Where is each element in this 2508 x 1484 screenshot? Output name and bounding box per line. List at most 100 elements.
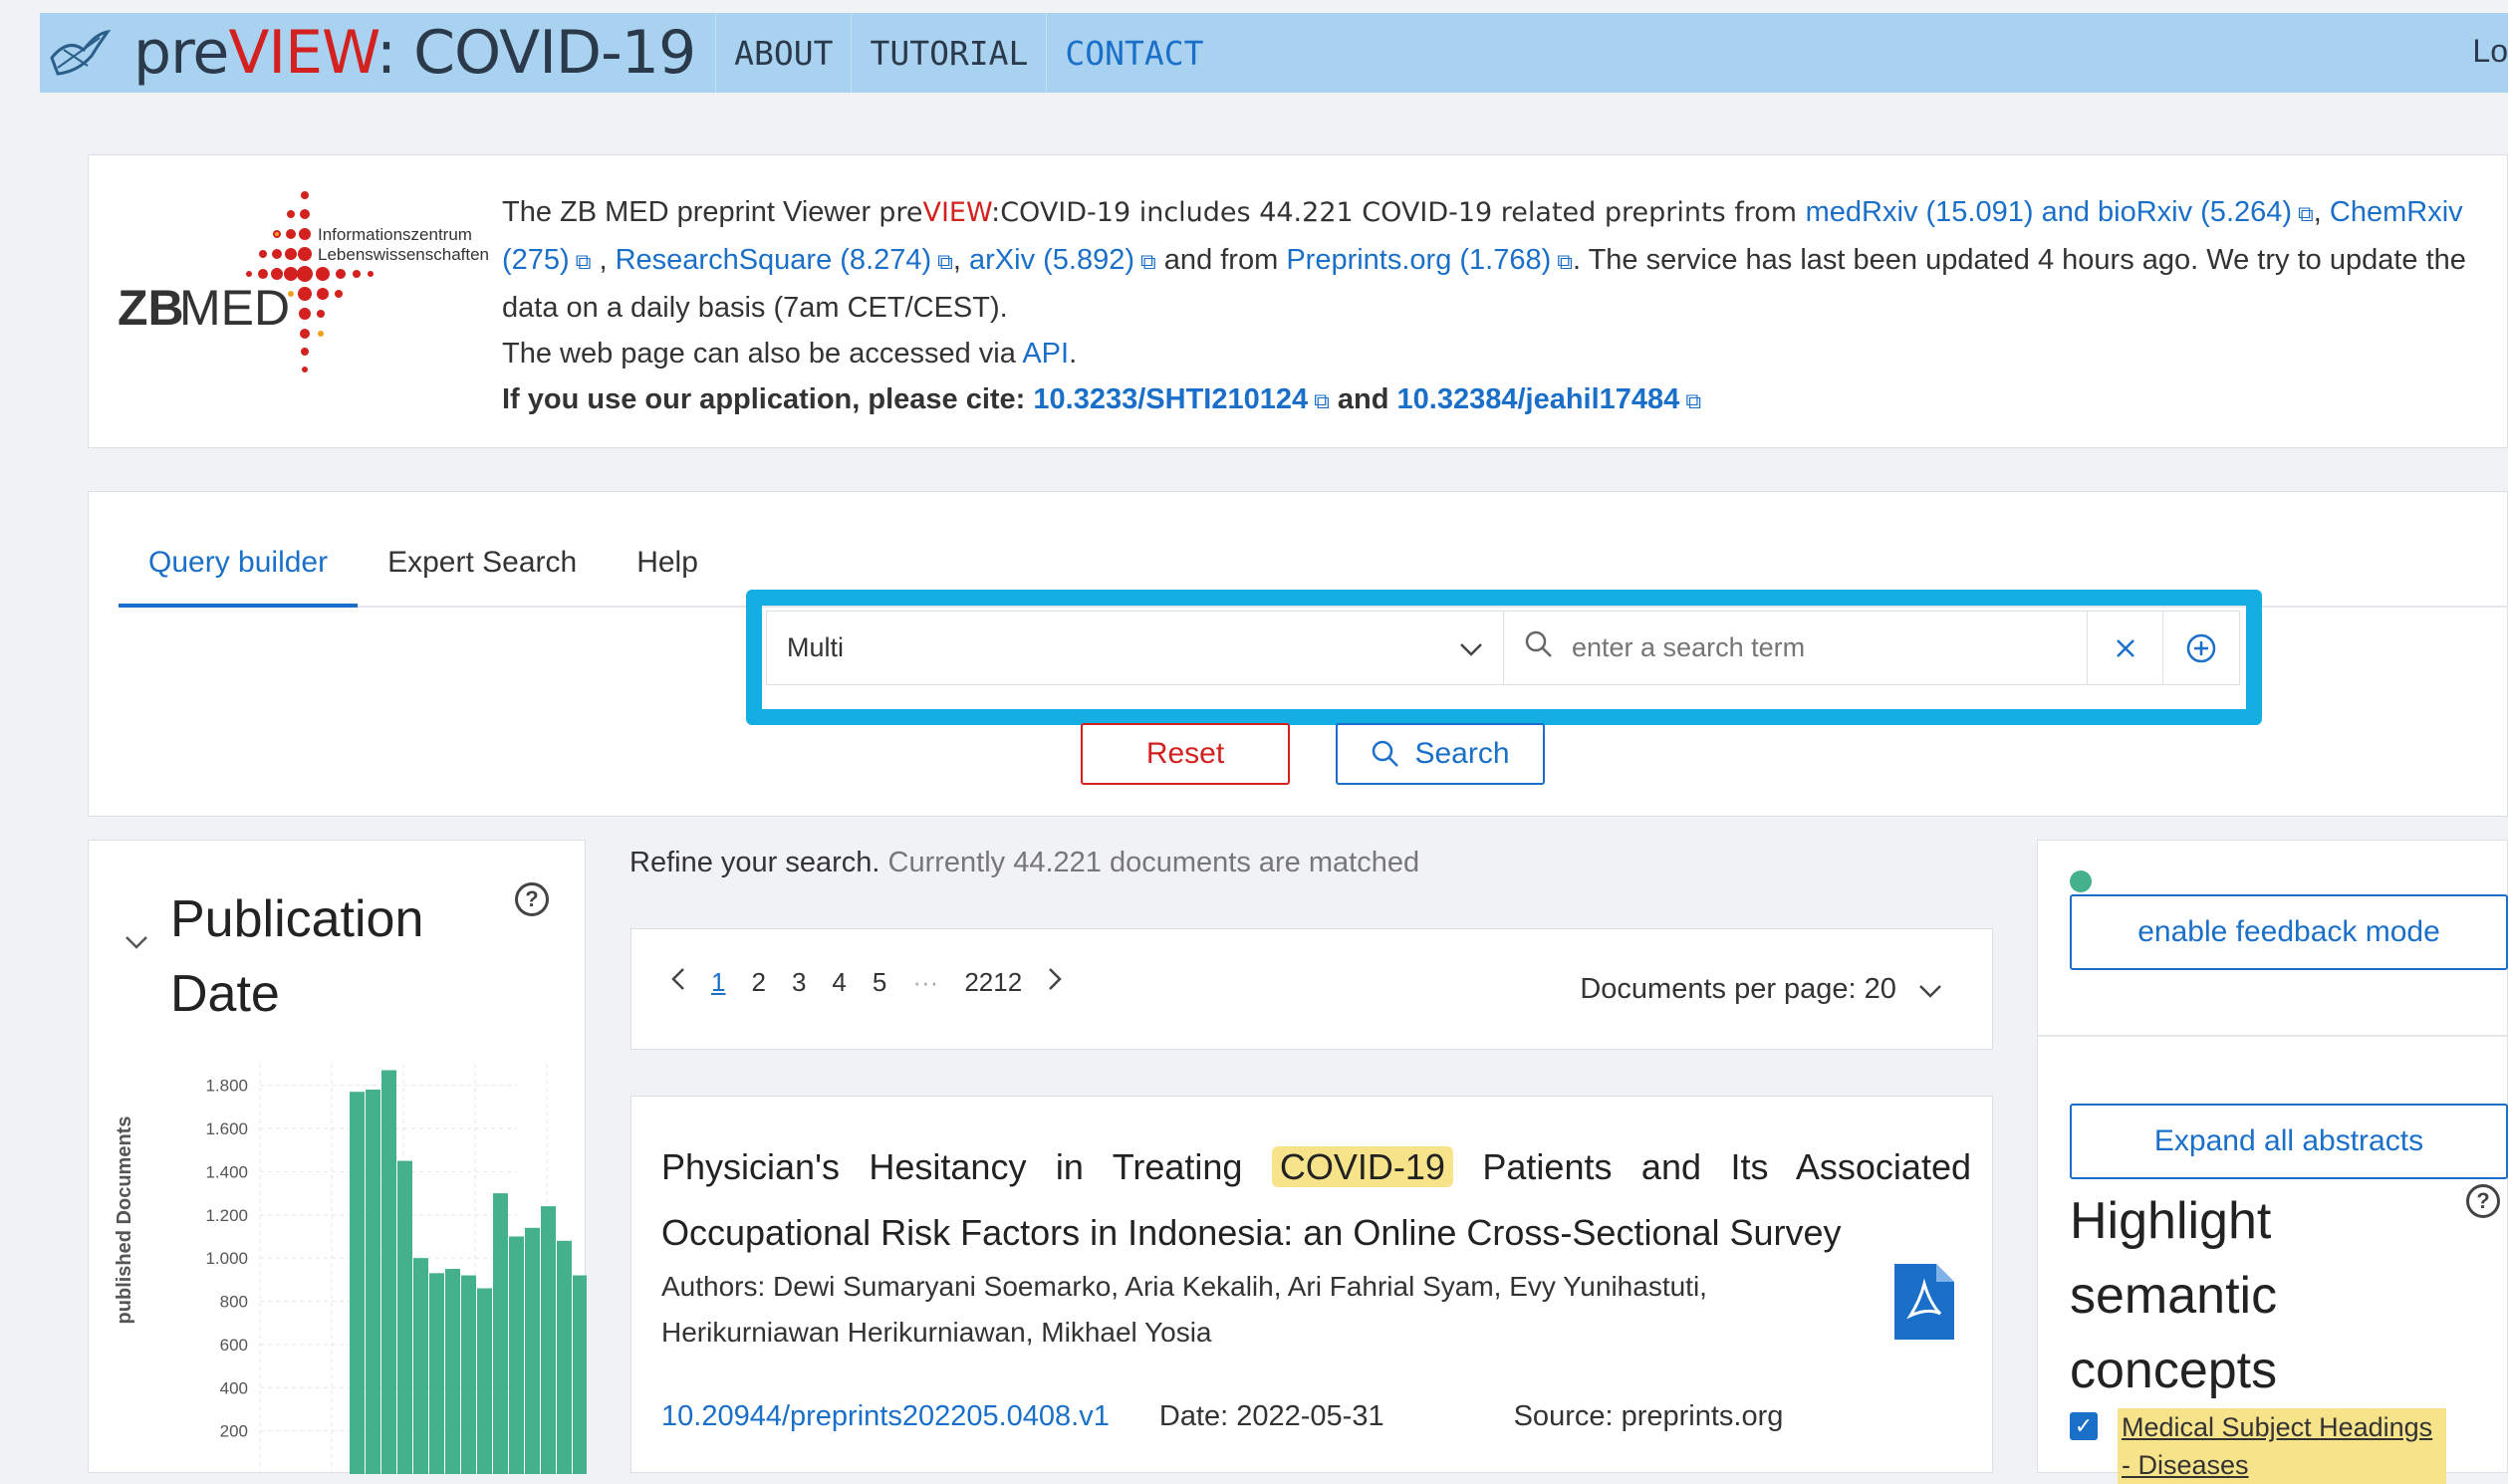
chart-bar[interactable] (366, 1090, 380, 1474)
search-input[interactable] (1572, 632, 2030, 663)
app-title[interactable]: preVIEW: COVID-19 (133, 18, 696, 88)
link-api[interactable]: API (1022, 338, 1069, 370)
chart-y-tick-label: 1.400 (205, 1162, 248, 1181)
add-term-icon[interactable] (2163, 612, 2239, 684)
link-cite-1[interactable]: 10.3233/SHTI210124 (1033, 383, 1308, 415)
result-meta: 10.20944/preprints202205.0408.v1 Date: 2… (661, 1400, 1956, 1433)
chart-y-tick-label: 1.800 (205, 1077, 248, 1096)
publication-date-filter: Publication Date ? published Documents 2… (88, 840, 587, 1474)
chart-bar[interactable] (461, 1275, 476, 1474)
nav-contact[interactable]: CONTACT (1046, 13, 1221, 93)
link-arxiv[interactable]: arXiv (5.892) (969, 244, 1134, 276)
result-title[interactable]: Physician's Hesitancy in Treating COVID-… (661, 1134, 1971, 1266)
page-2[interactable]: 2 (751, 967, 765, 998)
help-icon[interactable]: ? (2466, 1184, 2500, 1218)
logo-text-line1: Informationszentrum (318, 225, 472, 244)
right-sidebar: enable feedback mode Expand all abstract… (2037, 840, 2508, 1484)
chart-bar[interactable] (493, 1193, 508, 1474)
publication-date-title: Publication Date (170, 890, 424, 1023)
search-input-wrapper (1504, 612, 2088, 684)
link-cite-2[interactable]: 10.32384/jeahil17484 (1397, 383, 1680, 415)
chart-bar[interactable] (541, 1206, 556, 1474)
page-1[interactable]: 1 (711, 967, 725, 998)
help-icon[interactable]: ? (515, 882, 549, 916)
chevron-down-icon (1459, 632, 1483, 663)
nav-tutorial[interactable]: TUTORIAL (851, 13, 1046, 93)
refine-summary: Refine your search. Currently 44.221 doc… (629, 847, 1419, 879)
search-panel: Query builder Expert Search Help Multi R… (88, 491, 2508, 817)
tab-query-builder[interactable]: Query builder (119, 542, 359, 608)
chart-bar[interactable] (509, 1236, 524, 1474)
link-preprints-org[interactable]: Preprints.org (1.768) (1286, 244, 1551, 276)
next-page-icon[interactable] (1048, 967, 1062, 998)
info-text: The ZB MED preprint Viewer preVIEW:COVID… (502, 196, 2466, 415)
chart-bar[interactable] (477, 1288, 492, 1474)
app-logo-icon[interactable] (40, 13, 120, 93)
chart-y-tick-label: 1.200 (205, 1206, 248, 1225)
link-medrxiv-biorxiv[interactable]: medRxiv (15.091) and bioRxiv (5.264) (1806, 196, 2292, 228)
result-date: Date: 2022-05-31 (1158, 1400, 1384, 1432)
zbmed-logo: Informationszentrum Lebenswissenschaften… (114, 180, 512, 379)
external-link-icon: ⧉ (1140, 249, 1156, 274)
pdf-icon[interactable] (1894, 1264, 1954, 1340)
result-source: Source: preprints.org (1513, 1400, 1784, 1432)
search-button[interactable]: Search (1336, 723, 1545, 785)
prev-page-icon[interactable] (671, 967, 685, 998)
chart-bar[interactable] (557, 1240, 572, 1474)
chart-bar[interactable] (350, 1092, 365, 1474)
field-select-value: Multi (787, 632, 845, 662)
external-link-icon: ⧉ (1314, 388, 1330, 413)
link-researchsquare[interactable]: ResearchSquare (8.274) (616, 244, 932, 276)
tab-expert-search[interactable]: Expert Search (358, 542, 607, 608)
nav-about[interactable]: ABOUT (715, 13, 851, 93)
info-panel: Informationszentrum Lebenswissenschaften… (88, 154, 2508, 448)
chart-y-tick-label: 400 (220, 1378, 248, 1397)
chart-bar[interactable] (573, 1275, 587, 1474)
reset-button[interactable]: Reset (1081, 723, 1290, 785)
login-link[interactable]: Lo (2472, 33, 2508, 70)
chart-y-tick-label: 1.000 (205, 1249, 248, 1268)
feedback-mode-button[interactable]: enable feedback mode (2070, 894, 2508, 970)
matched-count: Currently 44.221 documents are matched (879, 847, 1420, 878)
search-icon (1373, 740, 1399, 767)
per-page-label: Documents per page: 20 (1580, 973, 1896, 1005)
logo-med: MED (179, 280, 290, 336)
chart-y-axis-label: published Documents (114, 1116, 135, 1325)
status-indicator (2070, 870, 2092, 892)
field-select[interactable]: Multi (767, 612, 1504, 684)
external-link-icon: ⧉ (1557, 249, 1573, 274)
chart-bar[interactable] (429, 1273, 444, 1474)
pagination: 1 2 3 4 5 ··· 2212 (671, 967, 1088, 998)
main-nav: ABOUT TUTORIAL CONTACT (715, 13, 1221, 93)
result-item: Physician's Hesitancy in Treating COVID-… (630, 1096, 1993, 1473)
page-last[interactable]: 2212 (964, 967, 1022, 998)
chart-bar[interactable] (445, 1269, 460, 1474)
pagination-bar: 1 2 3 4 5 ··· 2212 Documents per page: 2… (630, 928, 1993, 1050)
page-ellipsis[interactable]: ··· (912, 967, 938, 998)
clear-icon[interactable] (2088, 612, 2163, 684)
search-button-label: Search (1414, 737, 1510, 770)
external-link-icon: ⧉ (2298, 201, 2314, 226)
chart-bar[interactable] (381, 1070, 396, 1474)
tab-help[interactable]: Help (607, 542, 728, 608)
collapse-chevron-icon[interactable] (125, 928, 148, 956)
page-3[interactable]: 3 (792, 967, 806, 998)
external-link-icon: ⧉ (575, 249, 592, 274)
query-row: Multi (766, 611, 2240, 685)
zbmed-logo-graphic: Informationszentrum Lebenswissenschaften… (118, 191, 489, 372)
logo-zb: ZB (118, 280, 184, 336)
result-doi-link[interactable]: 10.20944/preprints202205.0408.v1 (661, 1400, 1110, 1433)
publication-date-chart[interactable]: published Documents 200 400 600 800 1.000 1.2… (89, 1056, 587, 1474)
chart-bar[interactable] (413, 1258, 428, 1474)
external-link-icon: ⧉ (937, 249, 953, 274)
page-5[interactable]: 5 (873, 967, 886, 998)
per-page-select[interactable]: Documents per page: 20 (1580, 973, 1942, 1006)
chart-bar[interactable] (525, 1227, 540, 1474)
page-4[interactable]: 4 (832, 967, 846, 998)
logo-text-line2: Lebenswissenschaften (318, 245, 489, 264)
chart-y-tick-label: 200 (220, 1422, 248, 1441)
checkbox-checked[interactable]: ✓ (2070, 1412, 2098, 1440)
expand-abstracts-button[interactable]: Expand all abstracts (2070, 1104, 2508, 1179)
chart-bar[interactable] (397, 1160, 412, 1474)
highlighted-term: COVID-19 (1271, 1146, 1453, 1187)
